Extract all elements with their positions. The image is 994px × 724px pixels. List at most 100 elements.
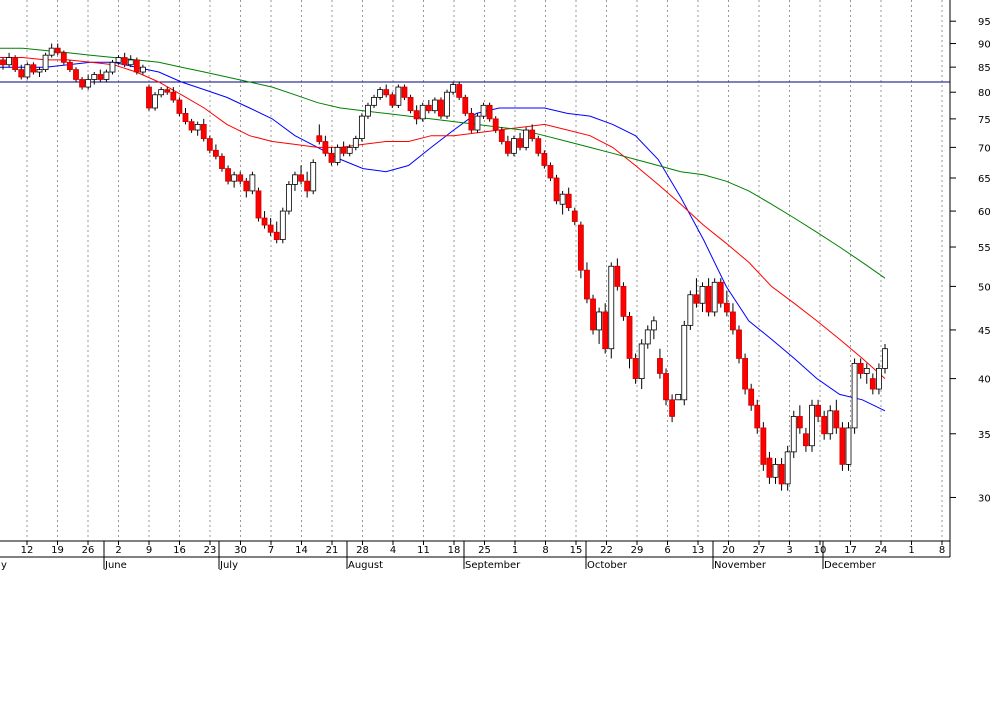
candle-up <box>310 162 317 192</box>
candle-down <box>267 224 274 233</box>
x-tick-label: 6 <box>664 545 670 556</box>
candle-down <box>389 94 396 106</box>
candle-down <box>815 404 821 417</box>
y-tick-label: 55 <box>978 243 991 254</box>
candle-up <box>140 66 146 73</box>
candle-up <box>650 320 657 331</box>
candle-down <box>839 427 846 465</box>
candle-down <box>760 427 767 465</box>
candle-up <box>231 174 238 182</box>
candle-up <box>85 79 92 88</box>
candle-down <box>255 190 262 219</box>
candle-down <box>182 112 189 123</box>
x-tick-label: 24 <box>875 545 888 556</box>
candle-down <box>188 121 195 131</box>
x-tick-label: 20 <box>722 545 735 556</box>
candle-down <box>590 298 596 331</box>
candle-down <box>73 69 79 80</box>
y-tick-label: 45 <box>978 326 991 337</box>
x-tick-label: 25 <box>478 545 491 556</box>
y-tick-label: 65 <box>978 174 991 185</box>
candle-up <box>358 115 365 140</box>
candle-up <box>851 362 858 429</box>
candle-up <box>687 294 694 326</box>
x-tick-label: 8 <box>542 545 548 556</box>
candle-up <box>109 61 116 73</box>
candle-down <box>304 180 311 192</box>
x-tick-label: 15 <box>570 545 583 556</box>
candle-down <box>723 302 730 313</box>
candle-up <box>365 104 371 117</box>
x-tick-label: 23 <box>204 545 217 556</box>
candle-up <box>474 115 481 131</box>
candle-up <box>6 57 12 66</box>
candle-down <box>620 285 627 317</box>
candle-up <box>115 57 122 63</box>
x-month-label: y <box>1 560 7 571</box>
candle-down <box>243 180 250 192</box>
candle-down <box>383 89 390 96</box>
candle-down <box>717 281 724 304</box>
candle-down <box>237 174 244 182</box>
x-tick-label: 30 <box>234 545 247 556</box>
candle-down <box>322 141 329 154</box>
candle-down <box>468 112 475 131</box>
candle-down <box>869 378 876 390</box>
candle-down <box>170 91 177 101</box>
candle-up <box>876 367 882 390</box>
candle-up <box>371 96 377 106</box>
candle-down <box>821 416 828 435</box>
candle-up <box>450 84 457 93</box>
candle-down <box>212 149 219 157</box>
y-tick-label: 35 <box>978 430 991 441</box>
x-tick-label: 21 <box>326 545 339 556</box>
candle-up <box>772 463 779 478</box>
candle-down <box>632 358 639 379</box>
candle-down <box>79 79 85 88</box>
candle-down <box>298 174 304 182</box>
x-tick-label: 9 <box>146 545 152 556</box>
x-tick-label: 18 <box>448 545 461 556</box>
candle-down <box>54 47 61 54</box>
x-tick-label: 27 <box>753 545 766 556</box>
candle-up <box>431 99 438 112</box>
x-tick-label: 17 <box>844 545 857 556</box>
x-tick-label: 22 <box>600 545 613 556</box>
candle-up <box>711 281 718 313</box>
y-tick-label: 60 <box>978 207 991 218</box>
candle-up <box>48 47 55 56</box>
candle-down <box>498 129 505 142</box>
candle-down <box>413 110 420 120</box>
candle-up <box>638 343 645 379</box>
candle-down <box>833 410 840 429</box>
candle-up <box>127 59 134 66</box>
x-tick-label: 1 <box>908 545 914 556</box>
x-month-label: December <box>824 560 877 571</box>
candle-up <box>608 265 615 350</box>
candle-down <box>316 135 323 142</box>
candle-down <box>742 358 748 390</box>
x-month-label: August <box>348 560 383 571</box>
candle-down <box>60 52 67 63</box>
candle-down <box>693 294 700 304</box>
candle-down <box>517 138 523 148</box>
candle-up <box>377 89 384 98</box>
x-month-label: September <box>465 560 521 571</box>
candle-down <box>705 285 712 313</box>
x-tick-label: 7 <box>268 545 274 556</box>
candle-up <box>36 69 43 73</box>
candle-down <box>462 96 469 114</box>
candle-down <box>486 104 493 120</box>
candle-down <box>529 129 536 140</box>
candle-down <box>261 217 268 226</box>
candle-up <box>419 104 426 120</box>
x-tick-label: 29 <box>631 545 644 556</box>
candle-down <box>456 84 463 98</box>
candle-down <box>504 141 511 154</box>
candle-up <box>699 285 706 304</box>
candle-up <box>152 94 158 109</box>
x-tick-label: 16 <box>173 545 186 556</box>
y-tick-label: 75 <box>978 115 991 126</box>
candle-up <box>790 416 797 453</box>
y-tick-label: 95 <box>978 17 991 28</box>
